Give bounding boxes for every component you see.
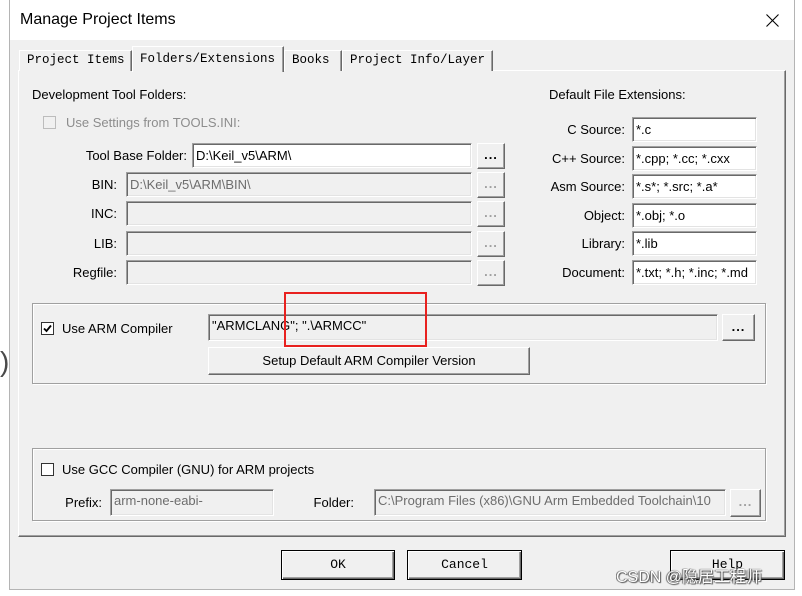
regfile-browse-button[interactable]: ... [477,260,505,286]
bin-input[interactable]: D:\Keil_v5\ARM\BIN\ [126,172,472,197]
screen: ) Manage Project Items Project Items Fol… [0,0,802,596]
regfile-label: Regfile: [72,265,117,280]
library-label: Library: [581,236,625,251]
red-highlight-box [284,292,427,347]
c-source-input[interactable]: *.c [632,117,757,142]
use-arm-compiler-checkbox[interactable]: Use ARM Compiler [41,320,173,336]
dialog-title: Manage Project Items [20,11,176,28]
development-tool-folders-heading: Development Tool Folders: [32,87,187,102]
close-icon [765,13,779,27]
bin-browse-button[interactable]: ... [477,172,505,198]
tab-project-items[interactable]: Project Items [19,50,132,71]
bin-label: BIN: [91,177,117,192]
document-label: Document: [562,265,625,280]
prefix-label: Prefix: [65,495,102,510]
folder-label: Folder: [313,495,354,510]
close-button[interactable] [757,8,787,32]
background-text-fragment: ) [0,346,10,377]
inc-browse-button[interactable]: ... [477,201,505,227]
checkbox-box[interactable] [43,115,56,129]
lib-browse-button[interactable]: ... [477,231,505,257]
document-input[interactable]: *.txt; *.h; *.inc; *.md [632,260,757,285]
arm-compiler-browse-button[interactable]: ... [722,314,755,341]
use-gcc-compiler-checkbox[interactable]: Use GCC Compiler (GNU) for ARM projects [41,461,314,477]
regfile-input[interactable] [126,260,472,285]
checkbox-label: Use Settings from TOOLS.INI: [66,114,241,130]
object-label: Object: [583,208,625,223]
asm-source-label: Asm Source: [550,179,625,194]
asm-source-input[interactable]: *.s*; *.src; *.a* [632,174,757,199]
tool-base-folder-label: Tool Base Folder: [85,148,187,163]
lib-input[interactable] [126,231,472,256]
inc-input[interactable] [126,201,472,226]
checkbox-box[interactable] [41,321,54,335]
default-file-extensions-heading: Default File Extensions: [549,87,686,102]
object-input[interactable]: *.obj; *.o [632,203,757,228]
checkmark-icon [43,324,52,332]
checkbox-label: Use ARM Compiler [62,320,173,336]
ok-button[interactable]: OK [281,550,395,580]
cpp-source-input[interactable]: *.cpp; *.cc; *.cxx [632,146,757,171]
tool-base-folder-browse-button[interactable]: ... [477,143,505,169]
gcc-folder-input[interactable]: C:\Program Files (x86)\GNU Arm Embedded … [374,489,726,516]
cancel-button[interactable]: Cancel [407,550,522,580]
tab-project-info-layer[interactable]: Project Info/Layer [342,50,493,71]
inc-label: INC: [91,206,117,221]
checkbox-label: Use GCC Compiler (GNU) for ARM projects [62,461,315,477]
lib-label: LIB: [93,236,117,251]
tab-folders-extensions[interactable]: Folders/Extensions [132,46,284,72]
tool-base-folder-input[interactable]: D:\Keil_v5\ARM\ [192,143,472,168]
cpp-source-label: C++ Source: [552,151,625,166]
setup-default-arm-compiler-version-button[interactable]: Setup Default ARM Compiler Version [208,347,530,375]
c-source-label: C Source: [567,122,625,137]
checkbox-box[interactable] [41,462,54,476]
tab-books[interactable]: Books [284,50,342,71]
library-input[interactable]: *.lib [632,231,757,256]
prefix-input[interactable]: arm-none-eabi- [110,489,274,516]
use-settings-from-tools-ini-checkbox[interactable]: Use Settings from TOOLS.INI: [43,114,240,130]
watermark: CSDN @隐居工程师 [616,569,763,586]
gcc-folder-browse-button[interactable]: ... [730,489,761,517]
